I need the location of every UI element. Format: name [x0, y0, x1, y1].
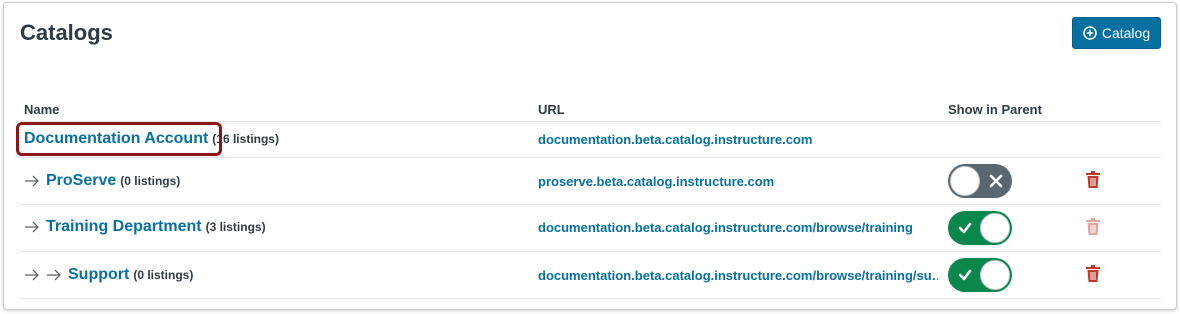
table-row-name-cell: Support (0 listings): [24, 264, 193, 286]
add-catalog-button[interactable]: Catalog: [1072, 17, 1161, 49]
arrow-right-icon: [24, 174, 40, 188]
table-row-url-cell: documentation.beta.catalog.instructure.c…: [538, 130, 813, 148]
table-row-name-cell: Training Department (3 listings): [24, 216, 266, 238]
row-divider: [20, 298, 1161, 299]
check-icon: [958, 221, 972, 235]
row-divider: [20, 157, 1161, 158]
plus-circle-icon: [1083, 26, 1097, 40]
toggle-knob: [980, 260, 1010, 290]
show-in-parent-toggle[interactable]: [948, 258, 1012, 292]
listing-count: (0 listings): [120, 174, 181, 188]
show-in-parent-toggle[interactable]: [948, 211, 1012, 245]
listing-count: (3 listings): [205, 220, 266, 234]
arrow-right-icon: [46, 268, 62, 282]
catalog-url-link[interactable]: proserve.beta.catalog.instructure.com: [538, 174, 774, 189]
catalog-url-link[interactable]: documentation.beta.catalog.instructure.c…: [538, 268, 938, 283]
page-title: Catalogs: [20, 20, 113, 45]
highlight-callout: [16, 122, 222, 156]
trash-icon[interactable]: [1085, 171, 1101, 189]
toggle-knob: [950, 166, 980, 196]
table-row-url-cell: proserve.beta.catalog.instructure.com: [538, 172, 774, 190]
check-icon: [958, 268, 972, 282]
add-catalog-label: Catalog: [1101, 25, 1151, 41]
listing-count: (0 listings): [133, 268, 194, 282]
x-icon: [989, 174, 1003, 188]
show-in-parent-toggle[interactable]: [948, 164, 1012, 198]
column-header-name: Name: [24, 102, 60, 117]
row-divider: [20, 204, 1161, 205]
trash-icon[interactable]: [1085, 265, 1101, 283]
row-divider: [20, 251, 1161, 252]
trash-icon[interactable]: [1085, 218, 1101, 236]
catalog-url-link[interactable]: documentation.beta.catalog.instructure.c…: [538, 220, 913, 235]
column-header-url: URL: [538, 102, 565, 117]
arrow-right-icon: [24, 220, 40, 234]
catalog-name-link[interactable]: ProServe: [46, 172, 116, 190]
table-row-name-cell: ProServe (0 listings): [24, 170, 180, 192]
catalog-url-link[interactable]: documentation.beta.catalog.instructure.c…: [538, 132, 813, 147]
arrow-right-icon: [24, 268, 40, 282]
table-row-url-cell: documentation.beta.catalog.instructure.c…: [538, 218, 913, 236]
listing-count: (16 listings): [212, 132, 279, 146]
catalog-name-link[interactable]: Support: [68, 266, 129, 284]
toggle-knob: [980, 213, 1010, 243]
table-row-url-cell: documentation.beta.catalog.instructure.c…: [538, 266, 938, 284]
column-header-show-in-parent: Show in Parent: [948, 102, 1042, 117]
catalog-name-link[interactable]: Training Department: [46, 218, 202, 236]
